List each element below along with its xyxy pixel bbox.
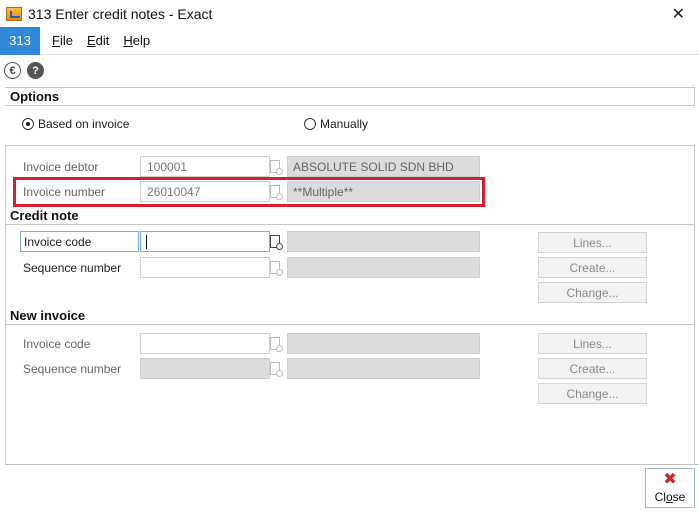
new-sequence-lookup-icon[interactable] <box>266 358 284 379</box>
options-bottom-divider <box>5 145 694 146</box>
new-create-button[interactable]: Create... <box>538 358 647 379</box>
radio-manually[interactable]: Manually <box>304 117 368 131</box>
close-label: Close <box>654 490 686 504</box>
new-invoice-code-label: Invoice code <box>23 337 91 351</box>
new-invoice-heading: New invoice <box>10 308 86 323</box>
invoice-right-border <box>694 145 695 225</box>
currency-icon[interactable]: € <box>4 62 21 79</box>
options-divider <box>5 105 694 106</box>
debtor-name-display: ABSOLUTE SOLID SDN BHD <box>287 156 480 177</box>
new-invoice-divider <box>5 324 694 325</box>
help-icon[interactable]: ? <box>27 62 44 79</box>
credit-change-button[interactable]: Change... <box>538 282 647 303</box>
new-invoice-code-lookup-icon[interactable] <box>266 333 284 354</box>
form-right-border <box>694 224 695 465</box>
app-icon <box>6 6 22 21</box>
invoice-debtor-field[interactable]: 100001 <box>140 156 270 177</box>
radio-selected-icon <box>22 118 34 130</box>
credit-lines-button[interactable]: Lines... <box>538 232 647 253</box>
menu-badge-313[interactable]: 313 <box>0 26 40 55</box>
credit-sequence-description <box>287 257 480 278</box>
credit-notes-window: 313 Enter credit notes - Exact ✕ 313 Fil… <box>0 0 699 513</box>
debtor-lookup-icon[interactable] <box>266 156 284 177</box>
menu-help[interactable]: Help <box>123 33 150 48</box>
new-invoice-code-description <box>287 333 480 354</box>
credit-sequence-number-input[interactable] <box>140 257 270 278</box>
menu-edit[interactable]: Edit <box>87 33 109 48</box>
radio-based-on-invoice[interactable]: Based on invoice <box>22 117 129 131</box>
radio-unselected-icon <box>304 118 316 130</box>
invoice-number-field[interactable]: 26010047 <box>140 181 270 202</box>
options-right-border <box>694 87 695 106</box>
menu-file[interactable]: File <box>52 33 73 48</box>
credit-note-heading: Credit note <box>10 208 79 223</box>
credit-invoice-code-lookup-icon[interactable] <box>266 231 284 252</box>
credit-invoice-code-description <box>287 231 480 252</box>
invoice-number-label: Invoice number <box>23 185 106 199</box>
new-lines-button[interactable]: Lines... <box>538 333 647 354</box>
footer-divider <box>5 464 699 465</box>
close-icon: ✖ <box>663 471 677 488</box>
credit-sequence-lookup-icon[interactable] <box>266 257 284 278</box>
new-change-button[interactable]: Change... <box>538 383 647 404</box>
menu-bar: 313 File Edit Help <box>0 26 699 55</box>
invoice-number-lookup-icon[interactable] <box>266 181 284 202</box>
invoice-number-description: **Multiple** <box>287 181 480 202</box>
close-button[interactable]: ✖ Close <box>645 468 695 508</box>
credit-invoice-code-label: Invoice code <box>20 231 139 252</box>
text-caret <box>146 235 147 249</box>
new-invoice-code-input[interactable] <box>140 333 270 354</box>
window-title: 313 Enter credit notes - Exact <box>28 5 213 22</box>
credit-sequence-number-label: Sequence number <box>23 261 122 275</box>
form-left-border <box>5 145 6 465</box>
title-bar: 313 Enter credit notes - Exact ✕ <box>0 0 699 27</box>
new-sequence-description <box>287 358 480 379</box>
options-top-divider <box>5 87 694 88</box>
options-heading: Options <box>10 89 60 104</box>
new-sequence-number-label: Sequence number <box>23 362 122 376</box>
invoice-debtor-label: Invoice debtor <box>23 160 99 174</box>
credit-note-divider <box>5 224 694 225</box>
toolbar: € ? <box>4 62 44 79</box>
window-close-icon[interactable]: ✕ <box>672 4 685 24</box>
credit-create-button[interactable]: Create... <box>538 257 647 278</box>
new-sequence-number-input[interactable] <box>140 358 270 379</box>
credit-invoice-code-input[interactable] <box>140 231 270 252</box>
